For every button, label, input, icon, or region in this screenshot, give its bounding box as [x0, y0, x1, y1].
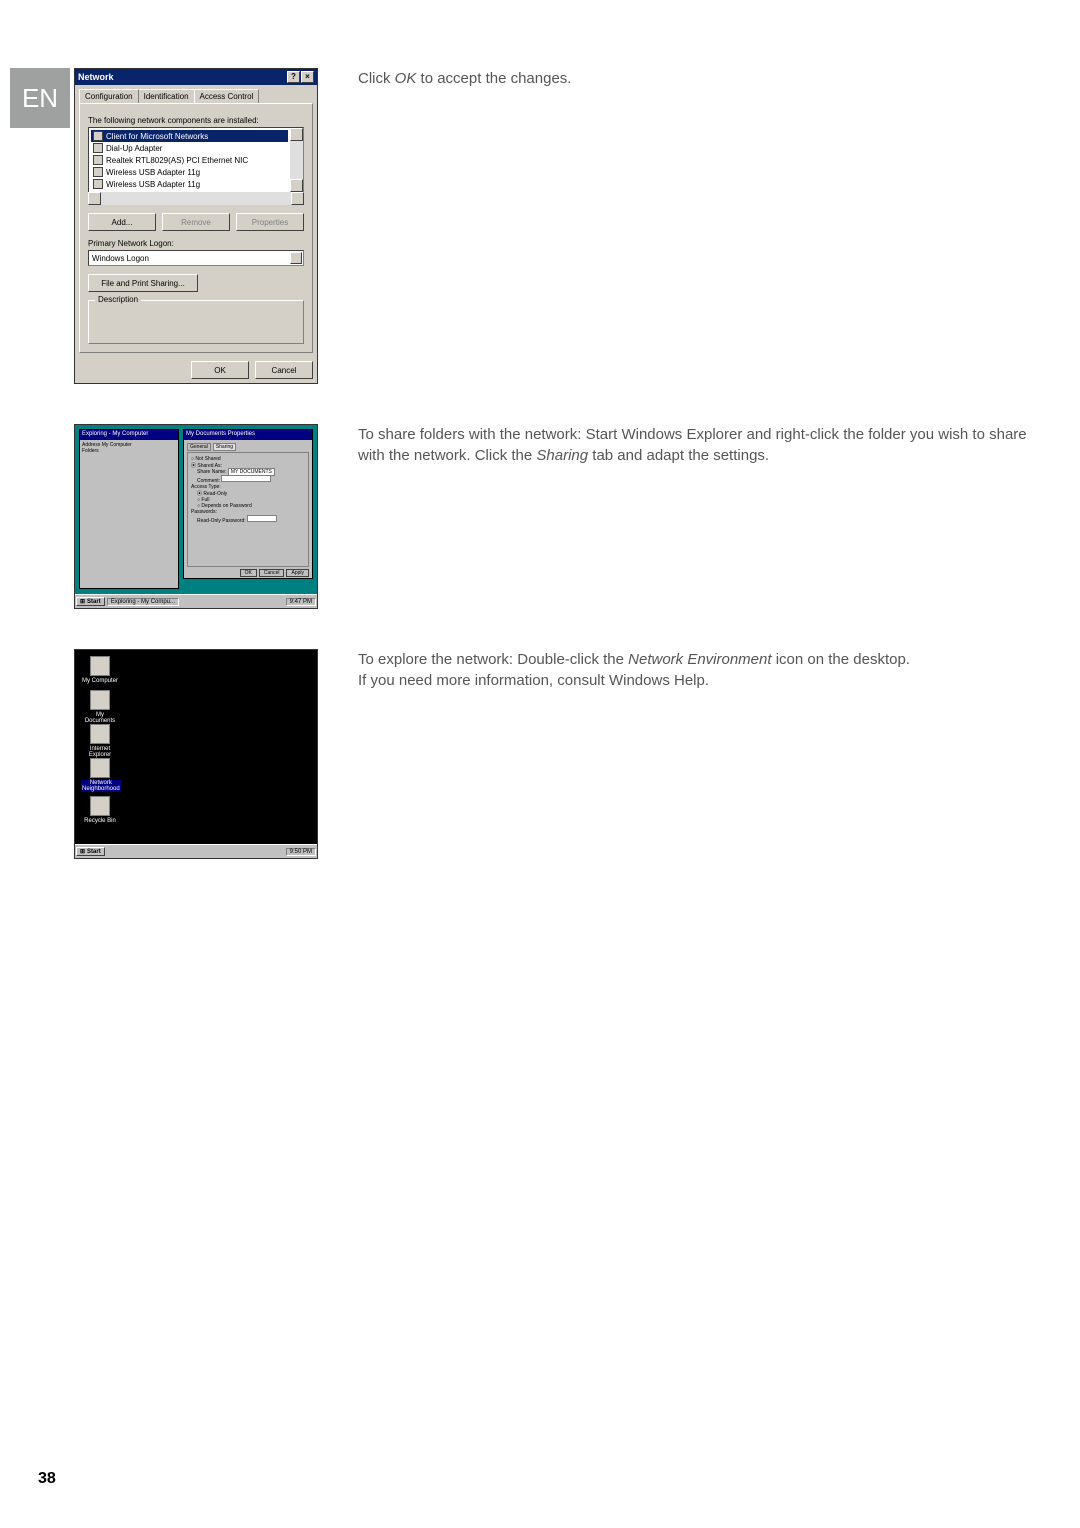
readonly-pw-input[interactable]	[247, 515, 277, 522]
list-item[interactable]: Wireless USB Adapter 11g	[91, 166, 288, 178]
add-button[interactable]: Add...	[88, 213, 156, 231]
ok-button[interactable]: OK	[191, 361, 249, 379]
explorer-titlebar: Exploring - My Computer	[80, 430, 178, 440]
readonly-pw-label: Read-Only Password:	[197, 518, 246, 524]
prop-apply-button[interactable]: Apply	[286, 569, 309, 577]
scrollbar-horizontal[interactable]	[88, 192, 304, 205]
list-item[interactable]: Wireless USB Adapter 11g	[91, 178, 288, 190]
desktop-icon-network[interactable]: Network Neighborhood	[81, 758, 119, 792]
section-2: Exploring - My Computer Address My Compu…	[74, 424, 1040, 609]
radio-readonly[interactable]: ⦿ Read-Only	[197, 490, 305, 497]
list-item[interactable]: Client for Microsoft Networks	[91, 130, 288, 142]
scrollbar-vertical[interactable]	[290, 128, 303, 192]
instruction-text: Click	[358, 70, 395, 87]
description-fieldset: Description	[88, 300, 304, 344]
desktop-screenshot: My Computer My Documents Internet Explor…	[74, 649, 318, 859]
taskbar: ⊞Start Exploring - My Compu... 9:47 PM	[75, 594, 317, 608]
tab-general[interactable]: General	[187, 443, 211, 451]
list-item[interactable]: Dial-Up Adapter	[91, 142, 288, 154]
folder-icon	[90, 690, 110, 710]
components-listbox[interactable]: Client for Microsoft Networks Dial-Up Ad…	[88, 127, 304, 193]
ie-icon	[90, 724, 110, 744]
description-legend: Description	[95, 295, 141, 304]
help-icon[interactable]: ?	[287, 71, 300, 83]
scroll-down-icon[interactable]	[290, 179, 303, 192]
explorer-window: Exploring - My Computer Address My Compu…	[79, 429, 179, 589]
scroll-right-icon[interactable]	[291, 192, 304, 205]
taskbar-item[interactable]: Exploring - My Compu...	[107, 598, 179, 606]
components-label: The following network components are ins…	[88, 116, 304, 125]
network-icon	[90, 758, 110, 778]
tab-panel: The following network components are ins…	[79, 103, 313, 353]
folders-label: Folders	[82, 448, 176, 454]
instruction-key: Network Environment	[628, 651, 771, 668]
scroll-track[interactable]	[290, 141, 303, 179]
instruction-text: If you need more information, consult Wi…	[358, 670, 1040, 691]
comment-input[interactable]	[221, 475, 271, 482]
instruction-text: To explore the network: Double-click the	[358, 651, 628, 668]
file-print-sharing-button[interactable]: File and Print Sharing...	[88, 274, 198, 292]
instruction-key: OK	[395, 70, 417, 87]
page-number: 38	[38, 1470, 56, 1488]
cancel-button[interactable]: Cancel	[255, 361, 313, 379]
prop-cancel-button[interactable]: Cancel	[259, 569, 285, 577]
properties-titlebar: My Documents Properties	[184, 430, 312, 440]
desktop-taskbar: ⊞Start 9:50 PM	[75, 844, 317, 858]
adapter-icon	[93, 155, 103, 165]
list-item[interactable]: Realtek RTL8029(AS) PCI Ethernet NIC	[91, 154, 288, 166]
section-3: My Computer My Documents Internet Explor…	[74, 649, 1040, 859]
tab-access-control[interactable]: Access Control	[194, 89, 260, 103]
start-button[interactable]: ⊞Start	[76, 597, 105, 606]
system-tray[interactable]: 9:47 PM	[286, 598, 316, 606]
primary-logon-select[interactable]: Windows Logon	[88, 250, 304, 266]
system-tray[interactable]: 9:50 PM	[286, 848, 316, 856]
scroll-up-icon[interactable]	[290, 128, 303, 141]
page-content: Network ? × Configuration Identification…	[74, 68, 1040, 899]
adapter-icon	[93, 179, 103, 189]
prop-ok-button[interactable]: OK	[240, 569, 257, 577]
tab-configuration[interactable]: Configuration	[79, 89, 139, 103]
start-button[interactable]: ⊞Start	[76, 847, 105, 856]
chevron-down-icon[interactable]	[290, 252, 302, 264]
scroll-track[interactable]	[101, 192, 291, 205]
adapter-icon	[93, 167, 103, 177]
instruction-text: to accept the changes.	[416, 70, 571, 87]
tab-identification[interactable]: Identification	[138, 89, 195, 103]
client-icon	[93, 131, 103, 141]
properties-dialog: My Documents Properties General Sharing …	[183, 429, 313, 579]
dialog-title: Network	[78, 72, 114, 82]
explorer-screenshot: Exploring - My Computer Address My Compu…	[74, 424, 318, 609]
language-tab: EN	[10, 68, 70, 128]
desktop-icon-ie[interactable]: Internet Explorer	[81, 724, 119, 758]
section-1: Network ? × Configuration Identification…	[74, 68, 1040, 384]
adapter-icon	[93, 143, 103, 153]
instruction-text: icon on the desktop.	[772, 651, 910, 668]
dialog-tabs: Configuration Identification Access Cont…	[75, 85, 317, 103]
primary-logon-label: Primary Network Logon:	[88, 239, 304, 248]
remove-button[interactable]: Remove	[162, 213, 230, 231]
scroll-left-icon[interactable]	[88, 192, 101, 205]
computer-icon	[90, 656, 110, 676]
dialog-titlebar: Network ? ×	[75, 69, 317, 85]
windows-icon: ⊞	[80, 848, 85, 855]
windows-icon: ⊞	[80, 598, 85, 605]
close-icon[interactable]: ×	[301, 71, 314, 83]
desktop-icon-recycle[interactable]: Recycle Bin	[81, 796, 119, 824]
tab-sharing[interactable]: Sharing	[213, 443, 236, 451]
desktop-icon-my-documents[interactable]: My Documents	[81, 690, 119, 724]
properties-button[interactable]: Properties	[236, 213, 304, 231]
desktop-icon-my-computer[interactable]: My Computer	[81, 656, 119, 684]
network-dialog: Network ? × Configuration Identification…	[74, 68, 318, 384]
instruction-text: tab and adapt the settings.	[588, 447, 769, 464]
recycle-icon	[90, 796, 110, 816]
instruction-key: Sharing	[536, 447, 588, 464]
